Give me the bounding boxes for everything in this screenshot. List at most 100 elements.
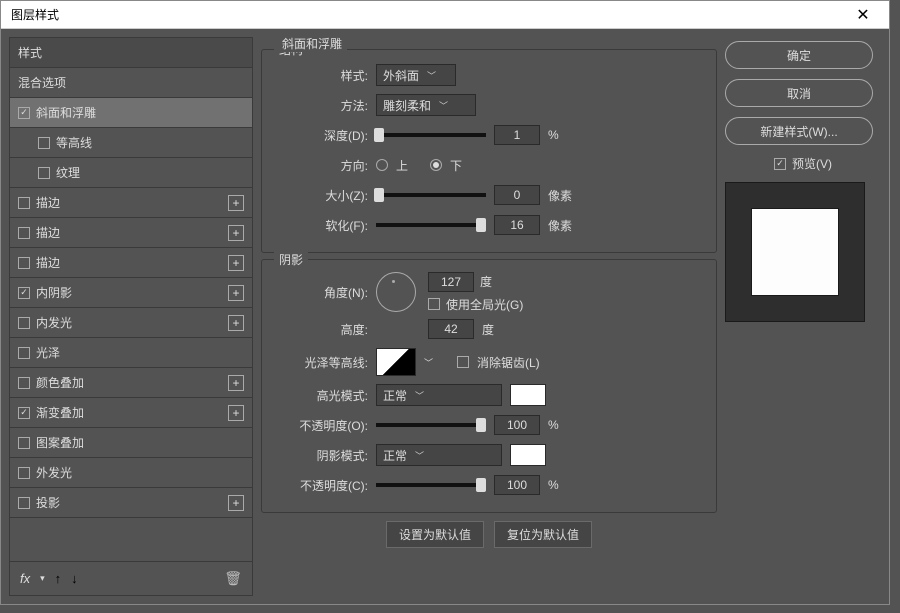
style-checkbox[interactable] (18, 437, 30, 449)
sidebar-item[interactable]: 描边 + (10, 188, 252, 218)
fx-label[interactable]: fx (20, 571, 30, 586)
style-item-label: 颜色叠加 (36, 374, 84, 391)
style-checkbox[interactable] (18, 107, 30, 119)
direction-up-radio[interactable] (376, 159, 388, 171)
opacity-o-slider[interactable] (376, 423, 486, 427)
style-item-label: 等高线 (56, 134, 92, 151)
gloss-contour-picker[interactable] (376, 348, 416, 376)
style-item-label: 描边 (36, 254, 60, 271)
sidebar-item[interactable]: 内发光+ (10, 308, 252, 338)
technique-label: 方法: (270, 97, 368, 114)
style-item-label: 外发光 (36, 464, 72, 481)
technique-dropdown[interactable]: 雕刻柔和﹀ (376, 94, 476, 116)
style-checkbox[interactable] (18, 317, 30, 329)
shadow-color-swatch[interactable] (510, 444, 546, 466)
sidebar-blend-options[interactable]: 混合选项 (10, 68, 252, 98)
opacity-o-label: 不透明度(O): (270, 417, 368, 434)
preview-inner (752, 209, 838, 295)
sidebar-item[interactable]: 光泽 (10, 338, 252, 368)
preview-thumbnail (725, 182, 865, 322)
opacity-c-slider[interactable] (376, 483, 486, 487)
depth-label: 深度(D): (270, 127, 368, 144)
altitude-input[interactable] (428, 319, 474, 339)
sidebar-item[interactable]: 图案叠加 (10, 428, 252, 458)
add-effect-icon[interactable]: + (228, 315, 244, 331)
global-light-checkbox[interactable] (428, 298, 440, 310)
panel-title: 斜面和浮雕 (277, 35, 347, 52)
depth-slider[interactable] (376, 133, 486, 137)
settings-panel: 斜面和浮雕 结构 样式: 外斜面﹀ 方法: 雕刻柔和﹀ 深度(D): % (261, 37, 717, 596)
ok-button[interactable]: 确定 (725, 41, 873, 69)
style-item-label: 光泽 (36, 344, 60, 361)
sidebar-item[interactable]: 等高线 (10, 128, 252, 158)
highlight-mode-dropdown[interactable]: 正常﹀ (376, 384, 502, 406)
style-checkbox[interactable] (18, 377, 30, 389)
style-label: 样式: (270, 67, 368, 84)
depth-input[interactable] (494, 125, 540, 145)
preview-label: 预览(V) (792, 155, 832, 172)
style-item-label: 描边 (36, 224, 60, 241)
style-checkbox[interactable] (18, 257, 30, 269)
add-effect-icon[interactable]: + (228, 405, 244, 421)
sidebar-item[interactable]: 外发光 (10, 458, 252, 488)
style-checkbox[interactable] (38, 137, 50, 149)
sidebar-item[interactable]: 斜面和浮雕 (10, 98, 252, 128)
style-checkbox[interactable] (38, 167, 50, 179)
close-icon[interactable]: ✕ (847, 1, 879, 29)
add-effect-icon[interactable]: + (228, 225, 244, 241)
size-slider[interactable] (376, 193, 486, 197)
add-effect-icon[interactable]: + (228, 285, 244, 301)
style-checkbox[interactable] (18, 347, 30, 359)
sidebar-item[interactable]: 描边 + (10, 248, 252, 278)
altitude-label: 高度: (270, 321, 368, 338)
antialias-checkbox[interactable] (457, 356, 469, 368)
direction-down-radio[interactable] (430, 159, 442, 171)
move-up-icon[interactable]: ↑ (55, 571, 62, 586)
style-checkbox[interactable] (18, 407, 30, 419)
highlight-color-swatch[interactable] (510, 384, 546, 406)
preview-checkbox[interactable] (774, 158, 786, 170)
reset-default-button[interactable]: 复位为默认值 (494, 521, 592, 548)
cancel-button[interactable]: 取消 (725, 79, 873, 107)
shading-legend: 阴影 (274, 251, 308, 268)
shadow-mode-label: 阴影模式: (270, 447, 368, 464)
add-effect-icon[interactable]: + (228, 375, 244, 391)
style-item-label: 投影 (36, 494, 60, 511)
titlebar: 图层样式 ✕ (1, 1, 889, 29)
angle-dial[interactable] (376, 272, 416, 312)
action-panel: 确定 取消 新建样式(W)... 预览(V) (725, 37, 881, 596)
sidebar-item[interactable]: 内阴影+ (10, 278, 252, 308)
add-effect-icon[interactable]: + (228, 495, 244, 511)
style-item-label: 斜面和浮雕 (36, 104, 96, 121)
style-checkbox[interactable] (18, 227, 30, 239)
add-effect-icon[interactable]: + (228, 195, 244, 211)
sidebar-item[interactable]: 投影 + (10, 488, 252, 518)
opacity-o-input[interactable] (494, 415, 540, 435)
move-down-icon[interactable]: ↓ (71, 571, 78, 586)
new-style-button[interactable]: 新建样式(W)... (725, 117, 873, 145)
opacity-c-input[interactable] (494, 475, 540, 495)
style-checkbox[interactable] (18, 287, 30, 299)
style-checkbox[interactable] (18, 197, 30, 209)
soften-input[interactable] (494, 215, 540, 235)
gloss-contour-label: 光泽等高线: (270, 354, 368, 371)
style-item-label: 描边 (36, 194, 60, 211)
sidebar-item[interactable]: 纹理 (10, 158, 252, 188)
dialog-title: 图层样式 (11, 6, 59, 23)
style-dropdown[interactable]: 外斜面﹀ (376, 64, 456, 86)
add-effect-icon[interactable]: + (228, 255, 244, 271)
angle-label: 角度(N): (270, 284, 368, 301)
size-input[interactable] (494, 185, 540, 205)
trash-icon[interactable]: 🗑 (224, 570, 242, 587)
style-checkbox[interactable] (18, 497, 30, 509)
set-default-button[interactable]: 设置为默认值 (386, 521, 484, 548)
sidebar-item[interactable]: 描边 + (10, 218, 252, 248)
style-checkbox[interactable] (18, 467, 30, 479)
angle-input[interactable] (428, 272, 474, 292)
style-item-label: 纹理 (56, 164, 80, 181)
style-item-label: 渐变叠加 (36, 404, 84, 421)
shadow-mode-dropdown[interactable]: 正常﹀ (376, 444, 502, 466)
sidebar-item[interactable]: 渐变叠加 + (10, 398, 252, 428)
sidebar-item[interactable]: 颜色叠加 + (10, 368, 252, 398)
soften-slider[interactable] (376, 223, 486, 227)
